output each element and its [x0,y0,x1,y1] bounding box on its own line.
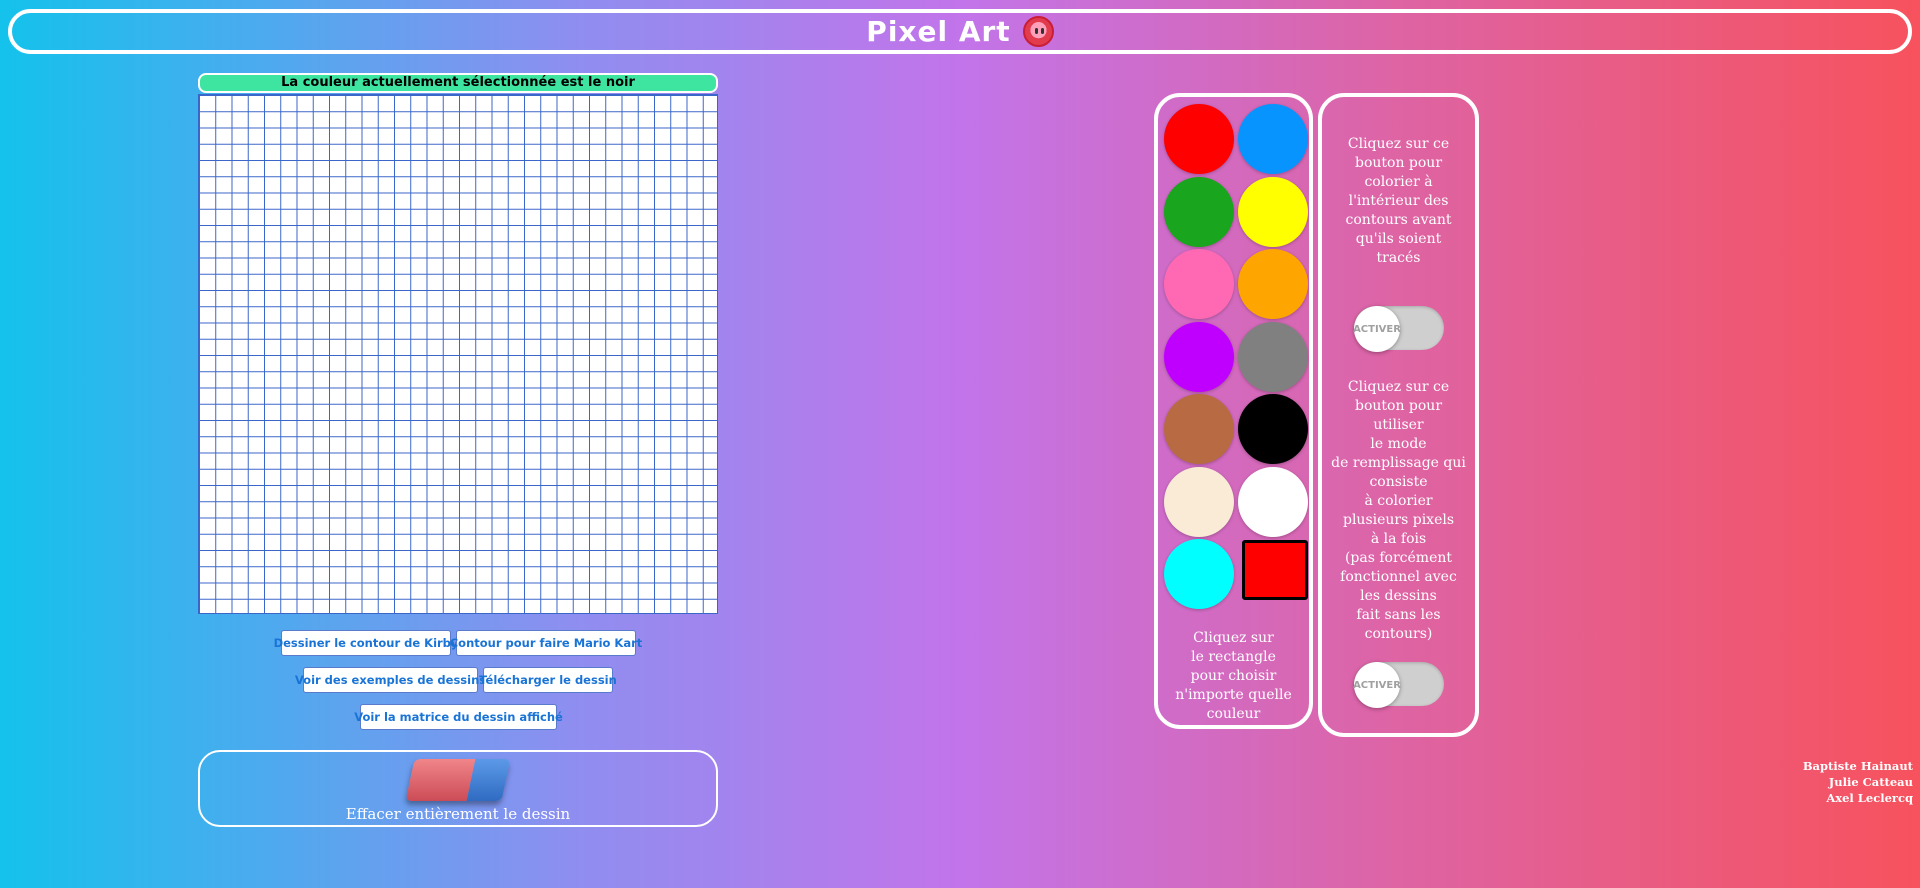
color-swatch-beige[interactable] [1164,466,1234,537]
outline-fill-description: Cliquez sur ce bouton pour colorier à l'int… [1345,136,1452,266]
page-title: Pixel Art [866,15,1011,48]
draw-kirby-outline-button[interactable]: Dessiner le contour de Kirby [274,630,458,656]
pixel-grid[interactable] [198,94,718,614]
eraser-label: Effacer entièrement le dessin [345,805,571,823]
color-swatch-pink[interactable] [1164,249,1234,319]
color-swatch-blue[interactable] [1238,104,1308,174]
header-bar: Pixel Art [8,9,1912,54]
custom-color-picker[interactable] [1242,540,1308,600]
credits: Baptiste Hainaut Julie Catteau Axel Lecl… [1803,758,1913,806]
color-swatch-purple[interactable] [1164,321,1234,392]
color-swatch-cyan[interactable] [1164,539,1234,609]
fill-mode-toggle[interactable]: ACTIVER [1353,662,1444,708]
credit-name: Axel Leclercq [1826,791,1913,805]
color-swatch-orange[interactable] [1238,249,1308,319]
eraser-icon[interactable] [405,759,511,801]
download-drawing-button[interactable]: Télécharger le dessin [479,667,617,693]
color-swatch-red[interactable] [1164,104,1234,174]
color-swatch-green[interactable] [1164,176,1234,247]
color-swatch-gray[interactable] [1238,321,1308,392]
color-swatch-black[interactable] [1238,394,1308,464]
outline-fill-toggle[interactable]: ACTIVER [1353,306,1444,352]
mario-kart-outline-button[interactable]: Contour pour faire Mario Kart [450,630,642,656]
toggle-knob[interactable]: ACTIVER [1353,662,1401,708]
kirby-icon [1022,16,1054,47]
color-swatch-yellow[interactable] [1238,176,1308,247]
view-matrix-button[interactable]: Voir la matrice du dessin affiché [354,704,563,730]
eraser-panel[interactable]: Effacer entièrement le dessin [198,750,718,827]
color-swatch-brown[interactable] [1164,394,1234,464]
credit-name: Julie Catteau [1828,775,1913,789]
toggle-knob[interactable]: ACTIVER [1353,306,1401,352]
color-swatch-white[interactable] [1238,466,1308,537]
color-palette: Cliquez sur le rectangle pour choisir n'imp… [1154,93,1313,729]
credit-name: Baptiste Hainaut [1802,759,1913,773]
view-examples-button[interactable]: Voir des exemples de dessins [295,667,486,693]
selected-color-status: La couleur actuellement sélectionnée est… [198,73,718,93]
fill-mode-description: Cliquez sur ce bouton pour utiliser le mode… [1331,379,1466,642]
options-panel: Cliquez sur ce bouton pour colorier à l'int… [1318,93,1479,737]
palette-hint: Cliquez sur le rectangle pour choisir n'imp… [1175,630,1292,722]
